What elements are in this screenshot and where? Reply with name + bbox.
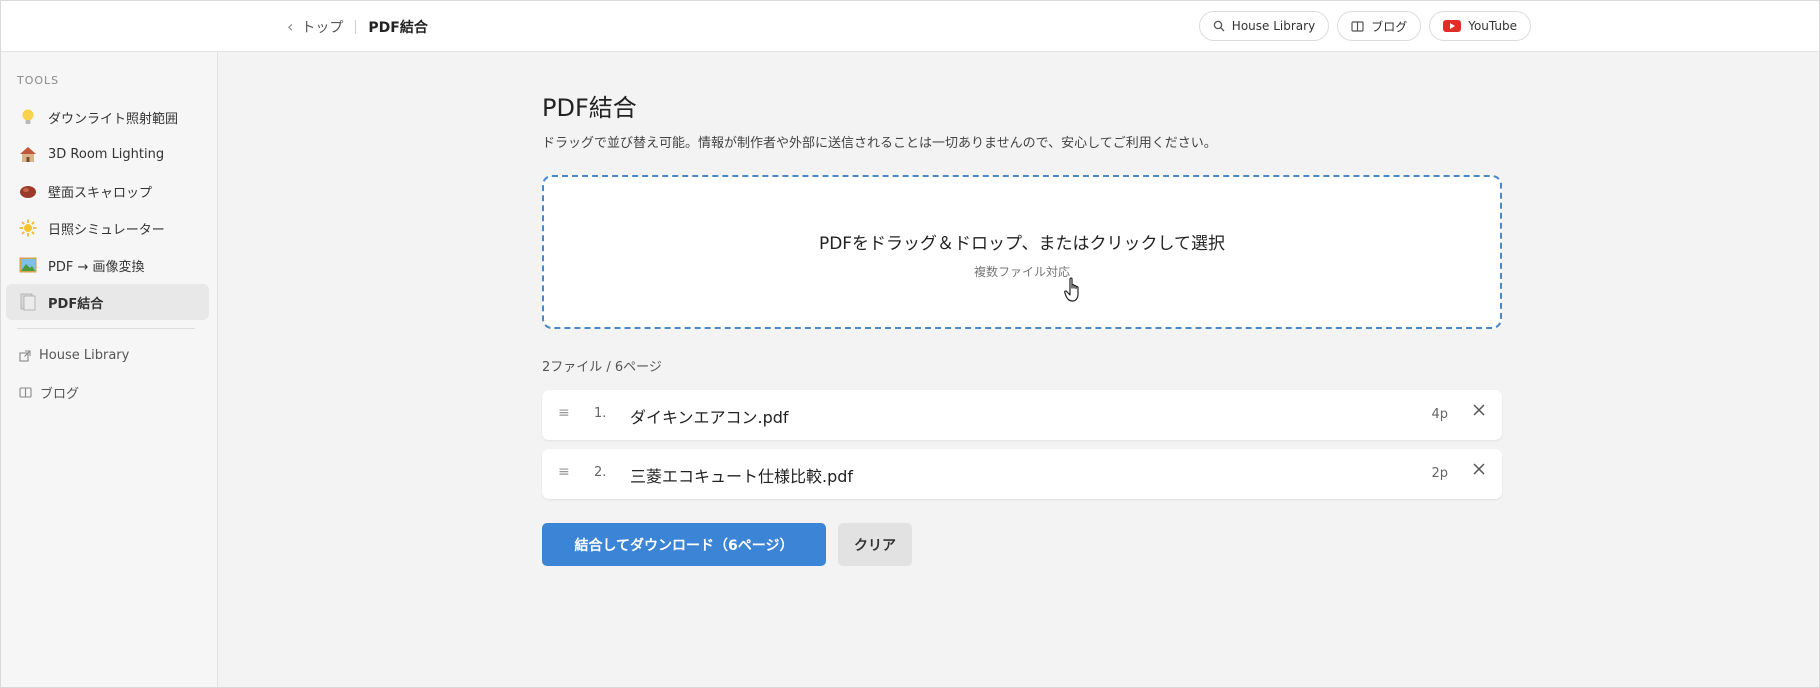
file-page-count: 4p bbox=[1431, 407, 1448, 422]
house-icon bbox=[18, 144, 38, 164]
search-icon bbox=[1213, 20, 1225, 32]
top-header: ‹ トップ PDF結合 House Library ブログ YouTube bbox=[1, 1, 1819, 52]
chevron-left-icon[interactable]: ‹ bbox=[287, 17, 293, 36]
external-link-icon bbox=[19, 349, 31, 362]
breadcrumb-separator bbox=[355, 19, 357, 34]
pdf-dropzone[interactable]: PDFをドラッグ＆ドロップ、またはクリックして選択 複数ファイル対応 bbox=[542, 175, 1502, 329]
drag-handle-icon[interactable]: ≡ bbox=[558, 464, 570, 480]
sidebar-item-sunlight-simulator[interactable]: 日照シミュレーター bbox=[6, 210, 209, 246]
book-icon bbox=[19, 387, 32, 398]
close-icon[interactable] bbox=[1472, 462, 1486, 476]
file-row[interactable]: ≡ 1. ダイキンエアコン.pdf 4p bbox=[542, 390, 1502, 440]
youtube-icon bbox=[1443, 20, 1462, 32]
page-description: ドラッグで並び替え可能。情報が制作者や外部に送信されることは一切ありませんので、… bbox=[542, 136, 1217, 151]
youtube-label: YouTube bbox=[1468, 19, 1517, 33]
sidebar-item-label: PDF結合 bbox=[48, 296, 104, 312]
document-icon bbox=[18, 292, 38, 312]
sidebar-item-pdf-to-image[interactable]: PDF → 画像変換 bbox=[6, 247, 209, 283]
sidebar-section-title: TOOLS bbox=[17, 74, 60, 87]
drag-handle-icon[interactable]: ≡ bbox=[558, 405, 570, 421]
sidebar-item-label: 日照シミュレーター bbox=[48, 222, 165, 238]
sidebar-ext-label: ブログ bbox=[40, 387, 80, 402]
sidebar-item-downlight[interactable]: ダウンライト照射範囲 bbox=[6, 99, 209, 135]
sidebar-house-library-link[interactable]: House Library bbox=[19, 348, 129, 363]
file-name: ダイキンエアコン.pdf bbox=[630, 408, 789, 427]
picture-icon bbox=[18, 255, 38, 275]
clear-button[interactable]: クリア bbox=[838, 523, 912, 566]
sidebar-item-label: 壁面スキャロップ bbox=[48, 185, 153, 201]
file-index: 2. bbox=[594, 465, 607, 480]
dropzone-sub-text: 複数ファイル対応 bbox=[973, 265, 1070, 279]
sidebar-blog-link[interactable]: ブログ bbox=[19, 383, 79, 402]
sidebar-item-pdf-merge[interactable]: PDF結合 bbox=[6, 284, 209, 320]
lightbulb-icon bbox=[18, 107, 38, 127]
blog-label: ブログ bbox=[1371, 19, 1408, 34]
youtube-link[interactable]: YouTube bbox=[1429, 11, 1531, 41]
breadcrumb: ‹ トップ PDF結合 bbox=[287, 1, 428, 52]
page-title: PDF結合 bbox=[542, 94, 637, 122]
file-row[interactable]: ≡ 2. 三菱エコキュート仕様比較.pdf 2p bbox=[542, 449, 1502, 499]
hand-cursor-icon bbox=[1064, 277, 1084, 307]
house-library-label: House Library bbox=[1231, 19, 1316, 33]
book-icon bbox=[1351, 20, 1364, 32]
header-links: House Library ブログ YouTube bbox=[1198, 11, 1531, 41]
house-library-link[interactable]: House Library bbox=[1198, 11, 1330, 41]
breadcrumb-current: PDF結合 bbox=[368, 19, 428, 36]
sidebar-ext-label: House Library bbox=[39, 348, 130, 363]
blog-link[interactable]: ブログ bbox=[1337, 11, 1422, 41]
file-name: 三菱エコキュート仕様比較.pdf bbox=[630, 467, 854, 486]
sidebar-item-3d-room-lighting[interactable]: 3D Room Lighting bbox=[6, 136, 209, 172]
sidebar-item-label: ダウンライト照射範囲 bbox=[48, 111, 179, 127]
close-icon[interactable] bbox=[1472, 403, 1486, 417]
sidebar-item-wall-scallop[interactable]: 壁面スキャロップ bbox=[6, 173, 209, 209]
sidebar-item-label: PDF → 画像変換 bbox=[48, 259, 145, 275]
file-page-count: 2p bbox=[1431, 466, 1448, 481]
file-count-summary: 2ファイル / 6ページ bbox=[542, 360, 662, 375]
merge-download-button[interactable]: 結合してダウンロード（6ページ） bbox=[542, 523, 826, 566]
sidebar-divider bbox=[17, 328, 195, 329]
sidebar: TOOLS ダウンライト照射範囲 3D Room Lighting 壁面スキャロ… bbox=[1, 52, 218, 687]
sun-icon bbox=[18, 218, 38, 238]
breadcrumb-home-link[interactable]: トップ bbox=[301, 17, 343, 37]
file-index: 1. bbox=[594, 406, 607, 421]
lamp-icon bbox=[18, 181, 38, 201]
app-window: ‹ トップ PDF結合 House Library ブログ YouTube TO… bbox=[0, 0, 1820, 688]
sidebar-item-label: 3D Room Lighting bbox=[48, 146, 165, 162]
dropzone-main-text: PDFをドラッグ＆ドロップ、またはクリックして選択 bbox=[818, 234, 1226, 254]
